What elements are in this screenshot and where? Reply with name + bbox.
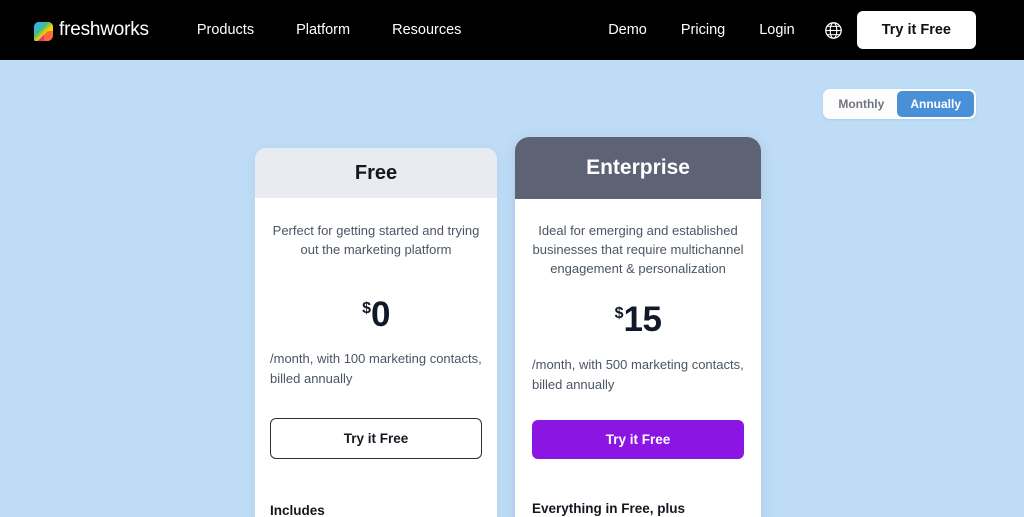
nav-item-demo[interactable]: Demo [591,16,664,44]
price-amount-free: 0 [370,295,390,334]
plan-name-free: Free [354,161,398,184]
nav-item-resources[interactable]: Resources [371,16,482,44]
freshworks-logo-icon [34,21,53,41]
logo-wordmark: freshworks [59,19,149,40]
currency-symbol-free: $ [362,300,371,317]
nav-item-pricing[interactable]: Pricing [664,16,742,44]
nav-item-login[interactable]: Login [742,16,811,44]
features-title-enterprise: Everything in Free, plus [532,501,686,516]
top-navigation-bar: freshworks Products Platform Resources D… [0,0,1024,60]
globe-icon[interactable] [824,20,844,40]
pricing-page: freshworks Products Platform Resources D… [0,0,1024,517]
nav-item-platform[interactable]: Platform [275,16,371,44]
plan-price-note-enterprise: /month, with 500 marketing contacts, bil… [532,357,744,392]
billing-period-toggle[interactable]: Monthly Annually [823,89,976,119]
pricing-card-enterprise: Enterprise Ideal for emerging and establ… [515,137,761,517]
plan-price-enterprise: $15 [532,278,744,340]
plan-price-note-free: /month, with 100 marketing contacts, bil… [270,351,482,386]
pricing-card-free: Free Perfect for getting started and try… [255,148,497,517]
freshworks-logo[interactable]: freshworks [34,19,149,41]
nav-left-group: freshworks Products Platform Resources [34,16,482,44]
plan-price-free: $0 [270,259,482,335]
price-amount-enterprise: 15 [623,300,662,339]
primary-nav-links: Products Platform Resources [176,16,483,44]
plan-name-enterprise: Enterprise [586,156,690,179]
card-header-enterprise: Enterprise [515,137,761,199]
plan-description-free: Perfect for getting started and trying o… [272,223,480,257]
plan-cta-enterprise[interactable]: Try it Free [532,420,744,459]
billing-toggle-monthly[interactable]: Monthly [825,91,897,117]
billing-toggle-annually[interactable]: Annually [897,91,974,117]
currency-symbol-enterprise: $ [614,305,624,322]
plan-cta-free[interactable]: Try it Free [270,418,482,459]
features-title-free: Includes [270,503,325,517]
card-header-free: Free [255,148,497,198]
plan-description-enterprise: Ideal for emerging and established busin… [532,223,744,276]
nav-try-it-free-button[interactable]: Try it Free [856,11,976,49]
nav-right-group: Demo Pricing Login Try it Free [591,11,976,49]
pricing-cards-container: Free Perfect for getting started and try… [0,0,1024,517]
card-body-enterprise: Ideal for emerging and established busin… [515,199,761,517]
card-body-free: Perfect for getting started and trying o… [255,198,497,517]
nav-item-products[interactable]: Products [176,16,275,44]
